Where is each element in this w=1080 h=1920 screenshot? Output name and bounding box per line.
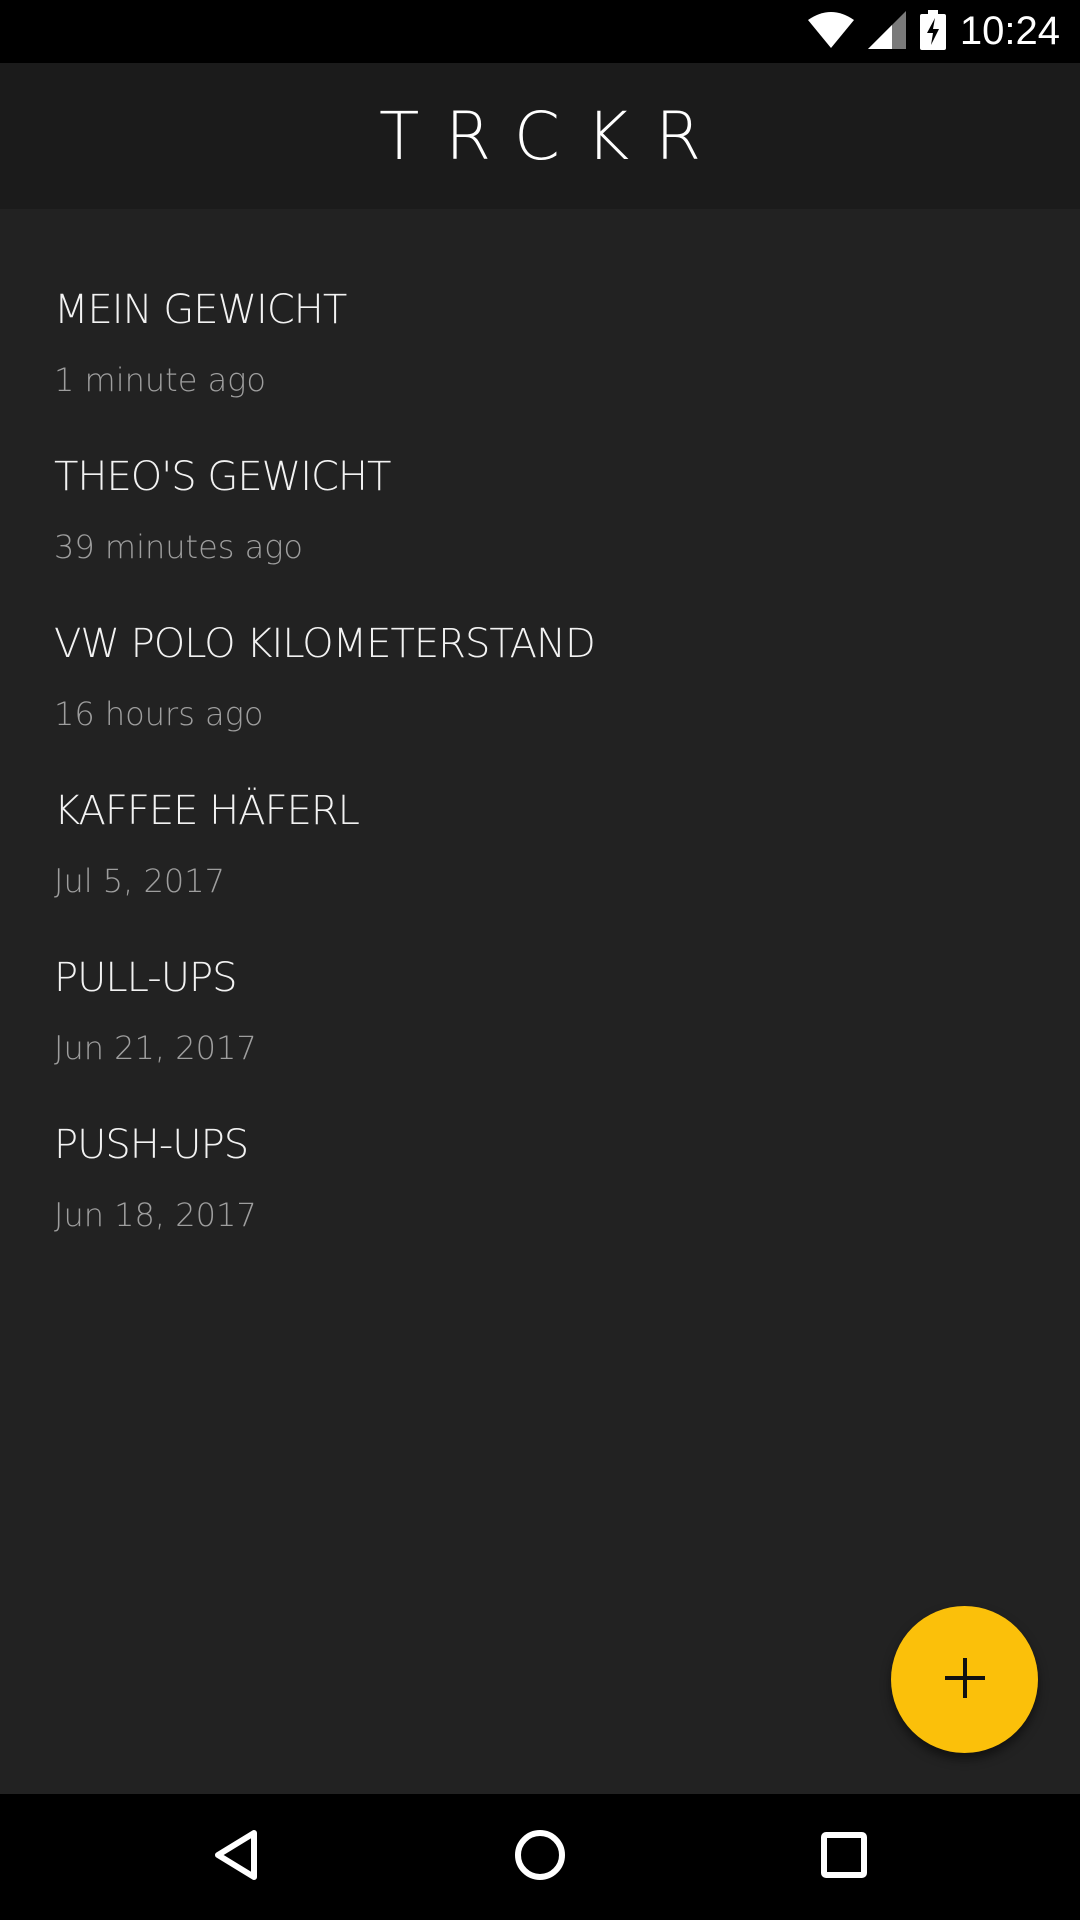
wifi-icon bbox=[807, 11, 854, 52]
battery-charging-icon bbox=[919, 9, 946, 54]
tracker-updated-time: Jun 18, 2017 bbox=[54, 1196, 257, 1234]
plus-icon bbox=[944, 1657, 985, 1702]
navigation-bar bbox=[0, 1794, 1080, 1920]
tracker-list-screen: MEIN GEWICHT 1 minute ago THEO'S GEWICHT… bbox=[0, 209, 1080, 1794]
recents-icon bbox=[821, 1832, 867, 1882]
tracker-updated-time: Jun 21, 2017 bbox=[54, 1029, 257, 1067]
status-bar: 10:24 bbox=[0, 0, 1080, 63]
tracker-item[interactable]: VW POLO KILOMETERSTAND 16 hours ago bbox=[0, 613, 1080, 780]
cell-signal-icon bbox=[867, 10, 906, 53]
tracker-item[interactable]: PUSH-UPS Jun 18, 2017 bbox=[0, 1114, 1080, 1281]
back-button[interactable] bbox=[198, 1819, 274, 1895]
recents-button[interactable] bbox=[806, 1819, 882, 1895]
tracker-name: THEO'S GEWICHT bbox=[54, 454, 391, 500]
tracker-item[interactable]: THEO'S GEWICHT 39 minutes ago bbox=[0, 446, 1080, 613]
tracker-name: PUSH-UPS bbox=[54, 1122, 249, 1168]
tracker-updated-time: Jul 5, 2017 bbox=[54, 862, 225, 900]
tracker-name: KAFFEE HÄFERL bbox=[54, 788, 360, 834]
tracker-updated-time: 16 hours ago bbox=[54, 695, 264, 733]
app-title: TRCKR bbox=[378, 97, 728, 175]
tracker-name: PULL-UPS bbox=[54, 955, 237, 1001]
app-bar: TRCKR bbox=[0, 63, 1080, 209]
tracker-list: MEIN GEWICHT 1 minute ago THEO'S GEWICHT… bbox=[0, 279, 1080, 1281]
tracker-updated-time: 1 minute ago bbox=[54, 361, 266, 399]
status-icons: 10:24 bbox=[807, 0, 1060, 63]
tracker-item[interactable]: PULL-UPS Jun 21, 2017 bbox=[0, 947, 1080, 1114]
back-icon bbox=[212, 1829, 260, 1885]
tracker-updated-time: 39 minutes ago bbox=[54, 528, 303, 566]
home-button[interactable] bbox=[502, 1819, 578, 1895]
home-icon bbox=[514, 1829, 566, 1885]
tracker-name: MEIN GEWICHT bbox=[54, 287, 347, 333]
tracker-name: VW POLO KILOMETERSTAND bbox=[54, 621, 596, 667]
status-time: 10:24 bbox=[959, 9, 1060, 53]
tracker-item[interactable]: MEIN GEWICHT 1 minute ago bbox=[0, 279, 1080, 446]
tracker-item[interactable]: KAFFEE HÄFERL Jul 5, 2017 bbox=[0, 780, 1080, 947]
add-tracker-button[interactable] bbox=[891, 1606, 1038, 1753]
